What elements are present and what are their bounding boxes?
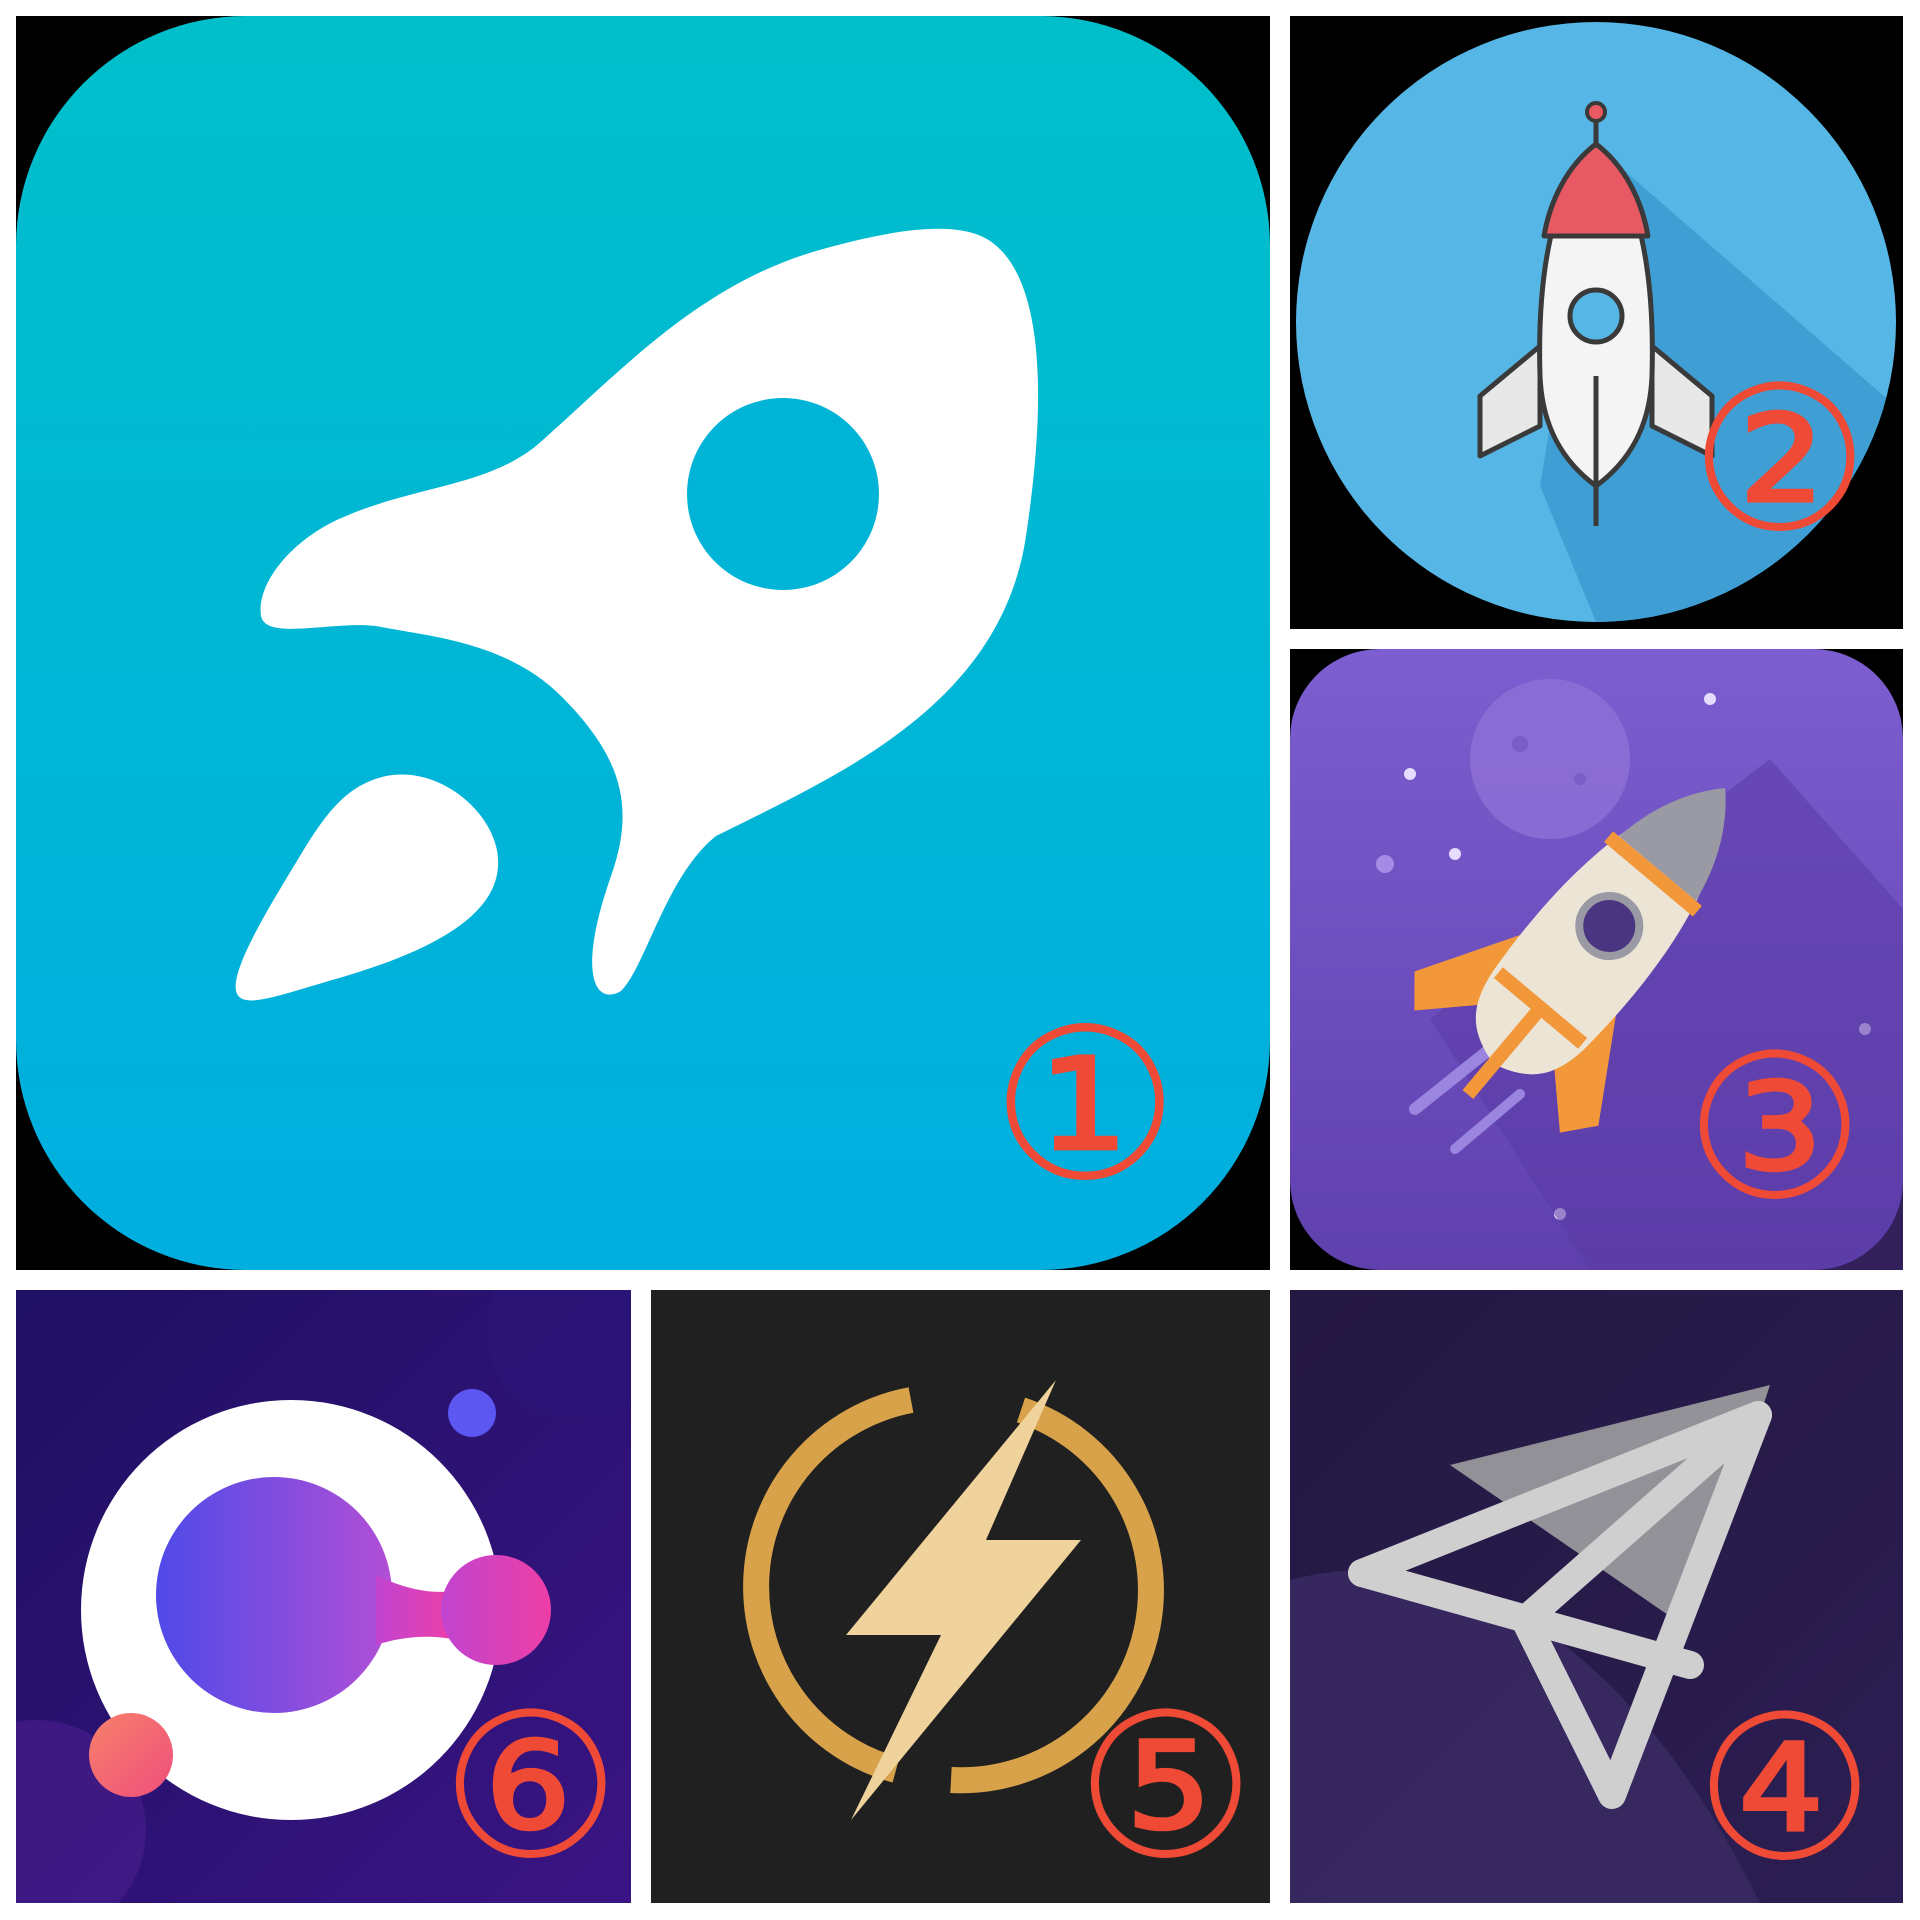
tile-number-label: ② [1690,344,1870,577]
app-icon-tile-5: ⑤ [651,1290,1270,1903]
tile-number-label: ③ [1685,1012,1865,1245]
tile-number-label: ④ [1695,1673,1875,1903]
app-icon-tile-2: ② [1290,16,1903,629]
tile-number-label: ① [991,983,1180,1228]
app-icon-tile-1: ① [16,16,1270,1270]
tile-number-label: ⑤ [1076,1671,1256,1903]
app-icon-tile-4: ④ [1290,1290,1903,1903]
app-icon-tile-6: ⑥ [16,1290,631,1903]
tile-number-label: ⑥ [441,1671,621,1903]
app-icon-tile-3: ③ [1290,649,1903,1270]
